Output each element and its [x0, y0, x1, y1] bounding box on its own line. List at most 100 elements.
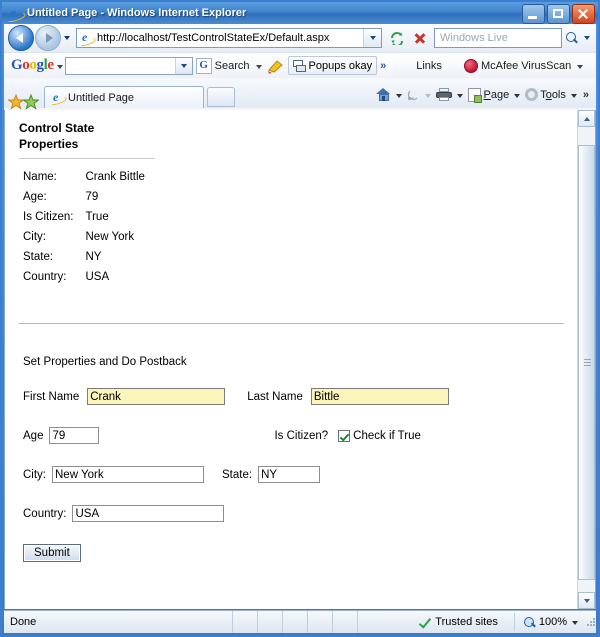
home-button[interactable] [374, 85, 393, 104]
check-if-true-label: Check if True [353, 429, 421, 442]
address-bar[interactable]: e http://localhost/TestControlStateEx/De… [76, 28, 382, 48]
stop-x-icon [414, 32, 426, 44]
home-chevron-down-icon[interactable] [394, 86, 404, 104]
first-name-input[interactable] [87, 388, 226, 405]
feeds-button[interactable] [405, 85, 422, 104]
page-title: Control State Properties [19, 121, 95, 151]
scroll-up-button[interactable] [578, 110, 595, 127]
search-icon[interactable] [562, 29, 581, 47]
tools-menu-label: Tools [540, 88, 566, 101]
property-label: Age: [23, 191, 47, 203]
resize-grip-icon[interactable] [586, 617, 596, 627]
tab-favicon-icon: e [49, 91, 68, 108]
table-row: Country: USA [23, 267, 145, 287]
new-tab-button[interactable] [207, 87, 235, 107]
maximize-button[interactable] [547, 4, 570, 24]
mcafee-chevron-down-icon[interactable] [574, 57, 585, 75]
scrollbar-grip-icon [584, 358, 591, 367]
favorites-star-icon[interactable] [8, 94, 24, 110]
address-input[interactable]: http://localhost/TestControlStateEx/Defa… [97, 32, 363, 44]
page-menu-button[interactable]: Page [466, 85, 511, 104]
property-value: New York [85, 231, 135, 243]
google-search-button[interactable]: G Search [193, 57, 253, 75]
browser-chrome: e http://localhost/TestControlStateEx/De… [4, 24, 596, 111]
table-row: Is Citizen: True [23, 207, 145, 227]
feeds-chevron-down-icon[interactable] [423, 86, 433, 104]
submit-button[interactable]: Submit [23, 544, 81, 562]
google-highlight-icon[interactable] [266, 58, 286, 74]
zoom-control[interactable]: 100% [513, 613, 582, 631]
table-row: State: NY [23, 247, 145, 267]
page-icon [468, 87, 483, 103]
zoom-chevron-down-icon[interactable] [570, 613, 582, 631]
recent-pages-chevron-down-icon[interactable] [61, 26, 73, 50]
google-history-chevron-down-icon[interactable] [174, 57, 192, 74]
first-name-label: First Name [23, 390, 80, 403]
command-bar: Page Tools » [374, 85, 592, 108]
tools-menu-button[interactable]: Tools [523, 85, 568, 104]
title-divider [19, 158, 155, 159]
age-citizen-row: Age Is Citizen? Check if True [23, 427, 564, 444]
table-row: City: New York [23, 227, 145, 247]
command-overflow-button[interactable]: » [580, 89, 592, 101]
popups-okay-button[interactable]: Popups okay [287, 56, 378, 75]
form-heading: Set Properties and Do Postback [23, 356, 187, 368]
country-input[interactable] [72, 505, 225, 522]
page-menu-label: Page [483, 88, 510, 101]
page-favicon-icon: e [78, 31, 97, 48]
search-chevron-down-icon[interactable] [581, 29, 592, 47]
age-input[interactable] [49, 427, 100, 444]
window-controls [522, 4, 595, 24]
section-divider [19, 323, 564, 324]
status-segment [257, 611, 282, 633]
country-row: Country: [23, 505, 564, 522]
links-menu[interactable]: Links [413, 57, 445, 75]
properties-table-body: Name: Crank Bittle Age: 79 Is Citizen: T… [23, 167, 145, 287]
google-search-input[interactable] [64, 56, 193, 75]
forward-button[interactable] [35, 25, 61, 51]
address-chevron-down-icon[interactable] [363, 29, 381, 47]
stop-button[interactable] [409, 27, 431, 49]
mcafee-virusscan-button[interactable]: McAfee VirusScan [461, 57, 574, 75]
navigation-bar: e http://localhost/TestControlStateEx/De… [4, 24, 596, 52]
google-menu-chevron-down-icon[interactable] [54, 57, 65, 75]
scrollbar-thumb[interactable] [578, 145, 595, 580]
vertical-scrollbar[interactable] [577, 110, 595, 609]
minimize-button[interactable] [522, 4, 545, 24]
google-g-icon: G [195, 57, 212, 74]
gear-icon [525, 88, 539, 101]
google-search-chevron-down-icon[interactable] [253, 57, 264, 75]
refresh-button[interactable] [386, 27, 408, 49]
is-citizen-checkbox-wrap[interactable]: Check if True [338, 429, 421, 442]
city-input[interactable] [52, 466, 204, 483]
last-name-input[interactable] [310, 388, 449, 405]
google-logo: Google [11, 57, 54, 73]
scroll-down-button[interactable] [578, 592, 595, 609]
ie-logo-icon: e [5, 5, 27, 24]
page-chevron-down-icon[interactable] [512, 86, 522, 104]
search-box[interactable]: Windows Live [434, 28, 562, 48]
home-icon [376, 87, 391, 102]
state-label: State: [222, 468, 253, 481]
title-bar: e Untitled Page - Windows Internet Explo… [2, 2, 598, 24]
postback-form: Set Properties and Do Postback First Nam… [23, 356, 564, 562]
tab-untitled-page[interactable]: e Untitled Page [44, 86, 204, 108]
tools-chevron-down-icon[interactable] [569, 86, 579, 104]
state-input[interactable] [258, 466, 321, 483]
is-citizen-checkbox[interactable] [338, 429, 351, 442]
print-chevron-down-icon[interactable] [455, 86, 465, 104]
property-label: Is Citizen: [23, 211, 74, 223]
table-row: Age: 79 [23, 187, 145, 207]
security-zone[interactable]: Trusted sites [418, 616, 504, 629]
print-button[interactable] [434, 85, 454, 104]
city-state-row: City: State: [23, 466, 564, 483]
close-button[interactable] [572, 4, 595, 24]
property-value: 79 [85, 191, 99, 203]
add-to-favorites-icon[interactable] [23, 94, 39, 110]
google-overflow-button[interactable]: » [377, 60, 389, 72]
properties-table: Name: Crank Bittle Age: 79 Is Citizen: T… [23, 167, 145, 287]
back-button[interactable] [8, 25, 34, 51]
is-citizen-label: Is Citizen? [274, 429, 329, 442]
search-input[interactable]: Windows Live [435, 32, 561, 44]
age-label: Age [23, 429, 44, 442]
